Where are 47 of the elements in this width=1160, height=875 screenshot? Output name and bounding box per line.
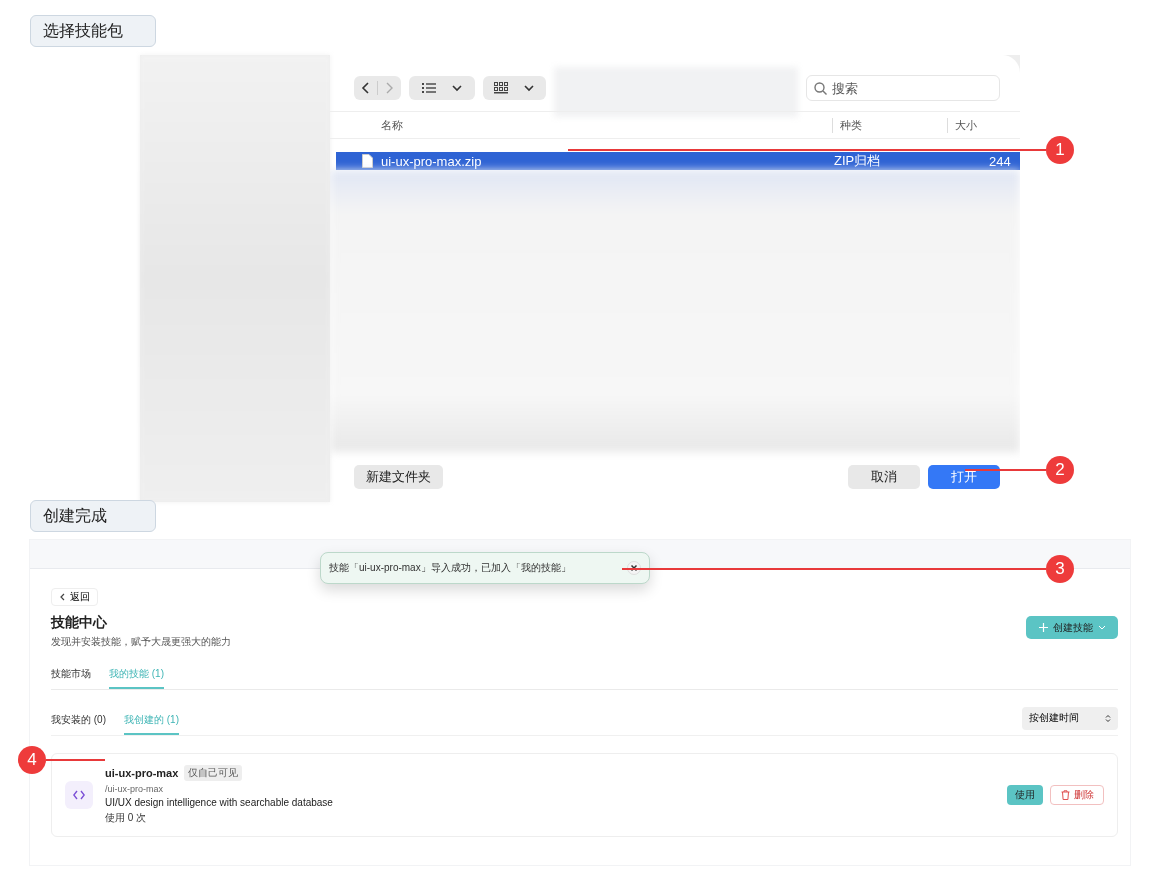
page-title: 技能中心 xyxy=(51,614,108,632)
file-name: ui-ux-pro-max.zip xyxy=(381,153,482,169)
plus-icon xyxy=(1038,623,1048,632)
code-icon xyxy=(65,781,93,809)
callout-number: 2 xyxy=(1046,456,1074,484)
dialog-button[interactable]: 打开 xyxy=(928,465,1000,489)
skill-description: UI/UX design intelligence with searchable database xyxy=(105,797,333,808)
skill-path: /ui-ux-pro-max xyxy=(105,784,164,794)
toast-message: 技能「ui-ux-pro-max」导入成功，已加入「我的技能」 xyxy=(329,561,571,575)
chevron-down-icon xyxy=(523,84,534,92)
column-header[interactable]: 种类 xyxy=(832,117,862,133)
document-icon xyxy=(362,154,373,168)
chevron-down-icon xyxy=(1097,625,1106,630)
search-field[interactable]: 搜索 xyxy=(806,75,1000,101)
skill-name: ui-ux-pro-max xyxy=(105,767,179,779)
usage-count: 使用 0 次 xyxy=(105,811,148,825)
list-icon xyxy=(421,83,436,93)
visibility-badge: 仅自己可见 xyxy=(184,765,243,781)
page-subtitle: 发现并安装技能，赋予大晟更强大的能力 xyxy=(51,636,231,649)
sub-tab[interactable]: 我安装的 (0) xyxy=(51,713,106,735)
tab[interactable]: 技能市场 xyxy=(51,667,91,689)
column-header[interactable]: 名称 xyxy=(381,117,403,133)
back-button[interactable]: 返回 xyxy=(51,588,98,606)
list-view-button[interactable] xyxy=(409,76,475,100)
use-button[interactable]: 使用 xyxy=(1007,785,1043,805)
step-label: 选择技能包 xyxy=(30,15,156,47)
sort-dropdown[interactable]: 按创建时间 xyxy=(1022,707,1118,730)
file-size: 244 xyxy=(989,153,1011,169)
trash-icon xyxy=(1060,790,1070,800)
dialog-button[interactable]: 取消 xyxy=(848,465,920,489)
dialog-button[interactable]: 新建文件夹 xyxy=(354,465,443,489)
step-label: 创建完成 xyxy=(30,500,156,532)
delete-button[interactable]: 删除 xyxy=(1050,785,1104,805)
column-header[interactable]: 大小 xyxy=(947,117,977,133)
file-kind: ZIP归档 xyxy=(834,152,881,170)
callout-number: 4 xyxy=(18,746,46,774)
back-icon[interactable] xyxy=(361,82,372,94)
up-down-icon xyxy=(1105,714,1111,723)
grid-icon xyxy=(494,82,509,94)
leader-line xyxy=(46,759,105,761)
chevron-left-icon xyxy=(59,593,65,601)
chevron-down-icon xyxy=(452,84,463,92)
grid-view-button[interactable] xyxy=(482,76,546,100)
back-forward-button[interactable] xyxy=(354,76,402,100)
file-row[interactable]: ui-ux-pro-max.zip ZIP归档 244 xyxy=(336,152,1020,170)
callout-number: 1 xyxy=(1046,136,1074,164)
create-skill-button[interactable]: 创建技能 xyxy=(1026,616,1118,639)
